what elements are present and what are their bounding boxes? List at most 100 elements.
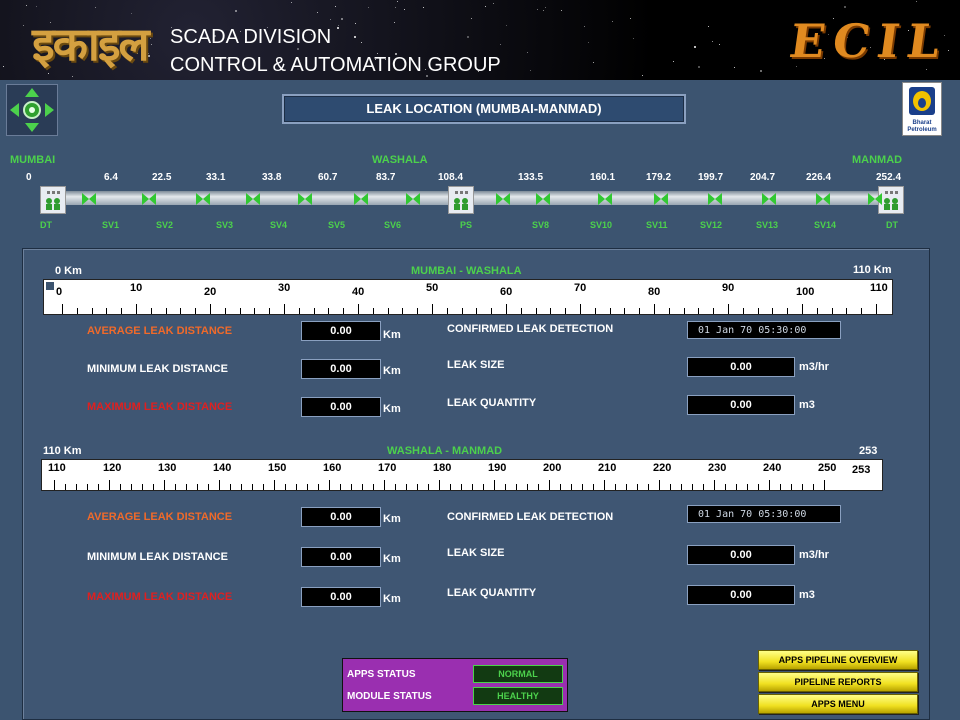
ruler-tick	[241, 484, 242, 490]
valve-icon[interactable]	[142, 192, 156, 210]
ruler-tick	[624, 308, 626, 314]
ruler-tick	[713, 308, 715, 314]
ruler-tick	[62, 304, 63, 314]
star-dot	[291, 2, 293, 4]
ruler-number: 130	[158, 462, 177, 474]
pipeline-station-label: SV10	[590, 220, 613, 230]
ruler-number: 200	[543, 462, 562, 474]
pipeline-distance: 204.7	[750, 172, 776, 183]
ruler-tick	[520, 308, 522, 314]
ruler-tick	[387, 308, 389, 314]
star-dot	[26, 4, 28, 6]
s1-title: MUMBAI - WASHALA	[411, 265, 522, 277]
ruler-number: 120	[103, 462, 122, 474]
station-icon[interactable]	[40, 186, 66, 214]
ruler-tick	[263, 484, 264, 490]
ruler-tick	[197, 484, 198, 490]
ruler-number: 180	[433, 462, 452, 474]
s1-left-label: 0 Km	[55, 265, 82, 277]
star-dot	[340, 17, 343, 20]
s2-min-value: 0.00	[301, 547, 381, 567]
s2-confirmed-value: 01 Jan 70 05:30:00	[687, 505, 841, 523]
ruler-number: 10	[130, 282, 143, 294]
ruler-tick	[594, 308, 596, 314]
ruler-tick	[491, 308, 493, 314]
ruler-tick	[831, 308, 833, 314]
s2-distance-ruler[interactable]: 110 120 130 140 150 160 170 180 190 200 210 220 230 2…	[41, 459, 883, 491]
valve-icon[interactable]	[298, 192, 312, 210]
valve-icon[interactable]	[762, 192, 776, 210]
star-dot	[544, 6, 546, 8]
s1-marker-icon	[46, 282, 54, 290]
pipeline-station-label: SV13	[756, 220, 779, 230]
navigation-control[interactable]	[6, 84, 58, 136]
valve-icon[interactable]	[816, 192, 830, 210]
s1-min-value: 0.00	[301, 359, 381, 379]
star-dot	[916, 0, 918, 2]
ruler-tick	[604, 480, 605, 490]
ruler-tick	[175, 484, 176, 490]
valve-icon[interactable]	[406, 192, 420, 210]
station-icon[interactable]	[448, 186, 474, 214]
bp-logo-text-2: Petroleum	[907, 127, 936, 133]
pipeline-distance: 252.4	[876, 172, 902, 183]
ruler-tick	[476, 308, 478, 314]
ruler-tick	[109, 480, 110, 490]
ruler-tick	[150, 308, 152, 314]
star-dot	[707, 26, 709, 28]
ruler-tick	[296, 484, 297, 490]
ruler-tick	[728, 304, 729, 314]
ruler-tick	[208, 484, 209, 490]
ruler-tick	[535, 308, 537, 314]
valve-icon[interactable]	[196, 192, 210, 210]
valve-icon[interactable]	[708, 192, 722, 210]
valve-icon[interactable]	[654, 192, 668, 210]
s2-avg-unit: Km	[383, 513, 401, 525]
star-dot	[588, 42, 590, 44]
pipeline-distance: 108.4	[438, 172, 464, 183]
valve-icon[interactable]	[354, 192, 368, 210]
ruler-tick	[791, 484, 792, 490]
ruler-tick	[285, 484, 286, 490]
pipeline-reports-button[interactable]: PIPELINE REPORTS	[758, 672, 918, 692]
ruler-tick	[428, 484, 429, 490]
pipeline-distance: 160.1	[590, 172, 616, 183]
valve-icon[interactable]	[496, 192, 510, 210]
star-dot	[337, 27, 340, 30]
s1-distance-ruler[interactable]: 0 10 20 30 40 50 60 70 80 90 100 110	[43, 279, 893, 315]
nav-arrows-icon[interactable]	[7, 85, 57, 135]
star-dot	[23, 25, 25, 27]
s1-size-value: 0.00	[687, 357, 795, 377]
star-dot	[353, 36, 356, 39]
s2-left-label: 110 Km	[43, 445, 82, 457]
ruler-tick	[494, 480, 495, 490]
apps-pipeline-overview-button[interactable]: APPS PIPELINE OVERVIEW	[758, 650, 918, 670]
star-dot	[759, 69, 762, 72]
ruler-tick	[527, 484, 528, 490]
ruler-number: 110	[870, 282, 888, 294]
s1-avg-label: AVERAGE LEAK DISTANCE	[87, 325, 233, 337]
star-dot	[403, 9, 405, 11]
pipeline-station-label: SV12	[700, 220, 723, 230]
valve-icon[interactable]	[536, 192, 550, 210]
ruler-tick	[550, 308, 552, 314]
star-dot	[394, 6, 396, 8]
star-dot	[734, 66, 736, 68]
star-dot	[335, 6, 337, 8]
star-dot	[629, 18, 631, 20]
star-dot	[95, 6, 97, 8]
bharat-petroleum-logo: Bharat Petroleum	[902, 82, 942, 136]
valve-icon[interactable]	[868, 192, 882, 210]
apps-menu-button[interactable]: APPS MENU	[758, 694, 918, 714]
ruler-tick	[269, 308, 271, 314]
ruler-tick	[343, 308, 345, 314]
valve-icon[interactable]	[82, 192, 96, 210]
header-division: SCADA DIVISION	[170, 26, 332, 48]
valve-icon[interactable]	[246, 192, 260, 210]
valve-icon[interactable]	[598, 192, 612, 210]
s1-min-unit: Km	[383, 365, 401, 377]
pipeline-station-label: SV2	[156, 220, 174, 230]
ruler-tick	[846, 308, 848, 314]
ecil-logo: ECIL	[786, 14, 952, 68]
star-dot	[492, 2, 494, 4]
